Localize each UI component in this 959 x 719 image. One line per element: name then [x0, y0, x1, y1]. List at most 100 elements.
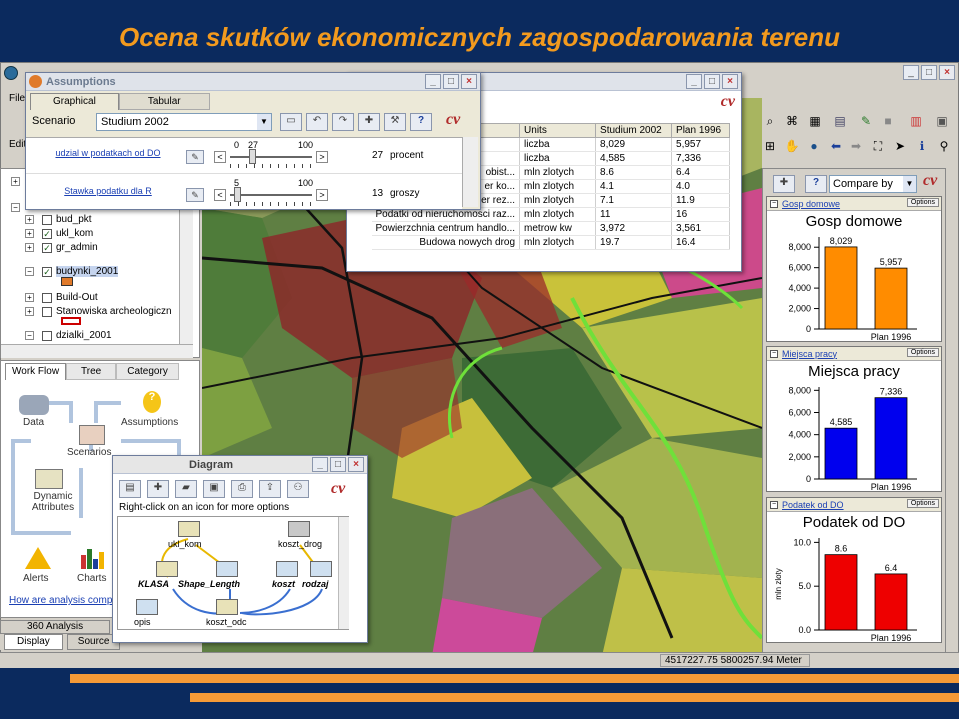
collapse-toggle[interactable]: − [770, 500, 778, 509]
chart-card-link[interactable]: Gosp domowe [782, 199, 840, 209]
redo-icon[interactable]: ↷ [332, 113, 354, 131]
data-icon[interactable] [19, 395, 49, 415]
slider-increment-button[interactable]: > [316, 189, 328, 201]
layer-item[interactable]: − dzialki_2001 [25, 329, 112, 342]
diagram-node-label[interactable]: KLASA [138, 579, 169, 589]
tab-tabular[interactable]: Tabular [118, 93, 210, 110]
diagram-node-icon[interactable] [136, 599, 158, 615]
expand-toggle[interactable]: − [25, 267, 34, 276]
expand-toggle[interactable]: + [25, 215, 34, 224]
undo-icon[interactable]: ↶ [306, 113, 328, 131]
layer-checkbox[interactable] [42, 306, 52, 317]
lightbulb-icon[interactable]: ? [143, 391, 161, 413]
full-extent-globe-icon[interactable]: ● [805, 137, 823, 155]
diagram-node-icon[interactable] [216, 561, 238, 577]
menu-file[interactable]: File [9, 93, 25, 104]
minimize-button[interactable]: _ [425, 74, 441, 89]
chart-options-button[interactable]: Options [906, 499, 939, 508]
open-folder-icon[interactable]: ▰ [175, 480, 197, 498]
table-icon[interactable]: ▦ [806, 112, 824, 130]
diagram-node-label[interactable]: koszt_drog [278, 539, 322, 549]
diagram-grid-icon[interactable]: ▤ [119, 480, 141, 498]
diagram-node-label[interactable]: rodzaj [302, 579, 329, 589]
chart-options-button[interactable]: Options [906, 198, 939, 207]
select-arrow-icon[interactable]: ➤ [891, 137, 909, 155]
add-chart-icon[interactable]: ✚ [773, 175, 795, 193]
layer-checkbox[interactable] [42, 214, 52, 225]
workflow-scenarios[interactable]: Scenarios [67, 447, 111, 458]
help-link[interactable]: How are analysis comp [9, 595, 112, 606]
close-icon[interactable]: × [348, 457, 364, 472]
menu-edit[interactable]: Edit [9, 139, 26, 150]
print-icon[interactable]: ⎙ [231, 480, 253, 498]
zoom-in-icon[interactable]: ⊞ [761, 137, 779, 155]
chart-bar[interactable] [824, 554, 858, 631]
pan-hand-icon[interactable]: ✋ [783, 137, 801, 155]
scenarios-house-icon[interactable] [79, 425, 105, 445]
find-icon[interactable]: ⚲ [935, 137, 953, 155]
collapse-toggle[interactable]: − [770, 349, 778, 358]
workflow-alerts[interactable]: Alerts [23, 573, 49, 584]
layer-checkbox[interactable]: ✓ [42, 266, 52, 277]
tab-display[interactable]: Display [4, 634, 63, 650]
layer-item[interactable]: + Build-Out [25, 291, 98, 304]
studium-2002-header[interactable]: Studium 2002 [595, 123, 673, 138]
tab-graphical[interactable]: Graphical [30, 93, 119, 110]
expand-toggle[interactable]: + [25, 243, 34, 252]
assumption-label[interactable]: Stawka podatku dla R [52, 186, 164, 196]
expand-toggle[interactable]: − [25, 331, 34, 340]
chevron-down-icon[interactable]: ▼ [257, 114, 271, 130]
edit-assumption-icon[interactable]: ✎ [186, 188, 204, 202]
chart-bar[interactable] [824, 427, 858, 480]
diagram-node-label[interactable]: Shape_Length [178, 579, 240, 589]
diagram-node-icon[interactable] [178, 521, 200, 537]
layer-item[interactable]: − ✓ budynki_2001 [25, 265, 119, 278]
tab-category[interactable]: Category [116, 363, 179, 380]
help-icon[interactable]: ? [805, 175, 827, 193]
slider-decrement-button[interactable]: < [214, 151, 226, 163]
units-header[interactable]: Units [519, 123, 597, 138]
layer-checkbox[interactable]: ✓ [42, 242, 52, 253]
maximize-button[interactable]: □ [704, 74, 720, 89]
chart-bar[interactable] [824, 246, 858, 330]
analysis-tab[interactable]: 360 Analysis [0, 620, 110, 634]
diagram-node-label[interactable]: koszt_odc [206, 617, 247, 627]
layer-checkbox[interactable] [42, 292, 52, 303]
close-icon[interactable]: × [939, 65, 955, 80]
scenario-select[interactable]: Studium 2002 ▼ [96, 113, 272, 131]
maximize-button[interactable]: □ [330, 457, 346, 472]
slider-track[interactable] [230, 194, 312, 196]
script-icon[interactable]: ▣ [933, 112, 951, 130]
diagram-node-icon[interactable] [216, 599, 238, 615]
maximize-button[interactable]: □ [921, 65, 937, 80]
slider-increment-button[interactable]: > [316, 151, 328, 163]
table-row[interactable]: Budowa nowych drog mln zlotych 19.7 16.4 [371, 235, 731, 250]
edit-assumption-icon[interactable]: ✎ [186, 150, 204, 164]
plan-1996-header[interactable]: Plan 1996 [671, 123, 731, 138]
alerts-icon[interactable] [25, 547, 51, 569]
diagram-node-label[interactable]: opis [134, 617, 151, 627]
layer-checkbox[interactable] [42, 330, 52, 341]
chart-card-link[interactable]: Podatek od DO [782, 500, 844, 510]
dynamic-attributes-icon[interactable] [35, 469, 63, 489]
help-icon[interactable]: ? [410, 113, 432, 131]
sliders-scrollbar[interactable] [462, 137, 478, 207]
layer-item[interactable]: + ✓ ukl_kom [25, 227, 93, 240]
expand-toggle[interactable]: + [25, 229, 34, 238]
back-arrow-icon[interactable]: ⬅ [827, 137, 845, 155]
diagram-node-icon[interactable] [310, 561, 332, 577]
close-icon[interactable]: × [461, 74, 477, 89]
collapse-toggle[interactable]: − [770, 199, 778, 208]
chart-bar[interactable] [874, 397, 908, 480]
hierarchy-icon[interactable]: ⚇ [287, 480, 309, 498]
select-features-icon[interactable]: ⛶ [869, 137, 887, 155]
chart-bar[interactable] [874, 573, 908, 631]
identify-icon[interactable]: ℹ [913, 137, 931, 155]
slider-decrement-button[interactable]: < [214, 189, 226, 201]
workflow-charts[interactable]: Charts [77, 573, 106, 584]
network-icon[interactable]: ⌘ [783, 112, 801, 130]
charts-icon[interactable] [81, 547, 104, 569]
rectangle-icon[interactable]: ■ [879, 112, 897, 130]
workflow-assumptions[interactable]: Assumptions [121, 417, 178, 428]
minimize-button[interactable]: _ [312, 457, 328, 472]
